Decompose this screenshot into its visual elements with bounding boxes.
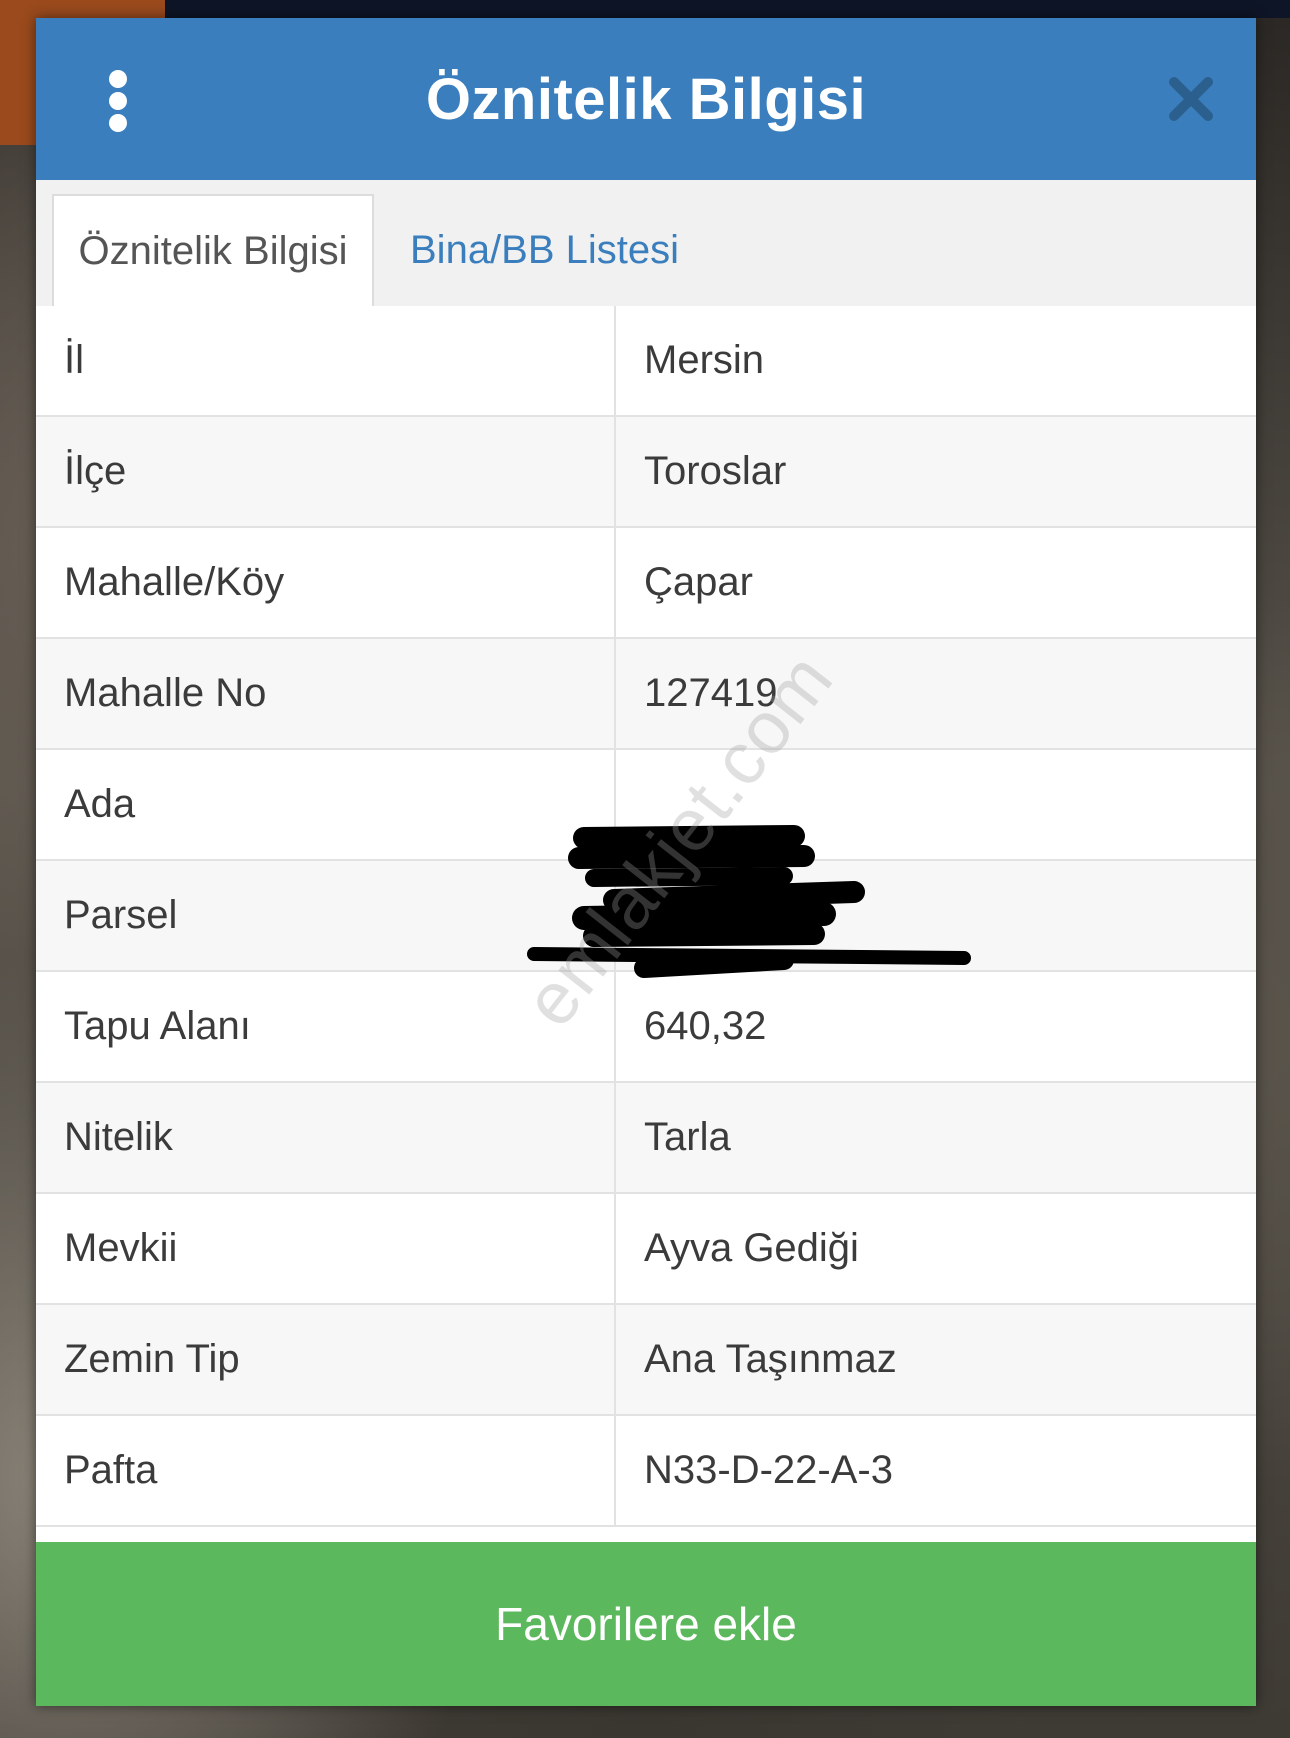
- attribute-value: Toroslar: [644, 449, 787, 493]
- table-row: Mahalle/Köy Çapar: [36, 528, 1256, 639]
- attribute-value: Mersin: [644, 338, 765, 382]
- table-row: Pafta N33-D-22-A-3: [36, 1416, 1256, 1527]
- top-bar: [0, 0, 1290, 18]
- attribute-key: İlçe: [36, 417, 616, 526]
- attribute-key: Nitelik: [36, 1083, 616, 1192]
- attribute-value: Tarla: [644, 1115, 731, 1159]
- table-row: İl Mersin: [36, 306, 1256, 417]
- table-row: Mevkii Ayva Gediği: [36, 1194, 1256, 1305]
- tab-bina-bb-listesi[interactable]: Bina/BB Listesi: [410, 194, 679, 306]
- attribute-key: Zemin Tip: [36, 1305, 616, 1414]
- attribute-value: Çapar: [644, 560, 753, 604]
- attribute-key: Mahalle/Köy: [36, 528, 616, 637]
- close-icon[interactable]: [1166, 74, 1216, 124]
- tab-bar: Öznitelik Bilgisi Bina/BB Listesi: [36, 180, 1256, 308]
- table-row: Nitelik Tarla: [36, 1083, 1256, 1194]
- attribute-value: N33-D-22-A-3: [644, 1448, 893, 1492]
- attribute-value: Ayva Gediği: [644, 1226, 859, 1270]
- attribute-dialog: Öznitelik Bilgisi Öznitelik Bilgisi Bina…: [36, 18, 1256, 1706]
- attribute-key: Pafta: [36, 1416, 616, 1525]
- add-to-favorites-button[interactable]: Favorilere ekle: [36, 1542, 1256, 1706]
- attribute-key: İl: [36, 306, 616, 415]
- dialog-header: Öznitelik Bilgisi: [36, 18, 1256, 180]
- table-row: Mahalle No 127419: [36, 639, 1256, 750]
- attribute-value: Ana Taşınmaz: [644, 1337, 897, 1381]
- attribute-key: Mevkii: [36, 1194, 616, 1303]
- table-row: Zemin Tip Ana Taşınmaz: [36, 1305, 1256, 1416]
- tab-oznitelik-bilgisi[interactable]: Öznitelik Bilgisi: [52, 194, 374, 306]
- attribute-key: Mahalle No: [36, 639, 616, 748]
- table-row: İlçe Toroslar: [36, 417, 1256, 528]
- dialog-title: Öznitelik Bilgisi: [425, 66, 867, 132]
